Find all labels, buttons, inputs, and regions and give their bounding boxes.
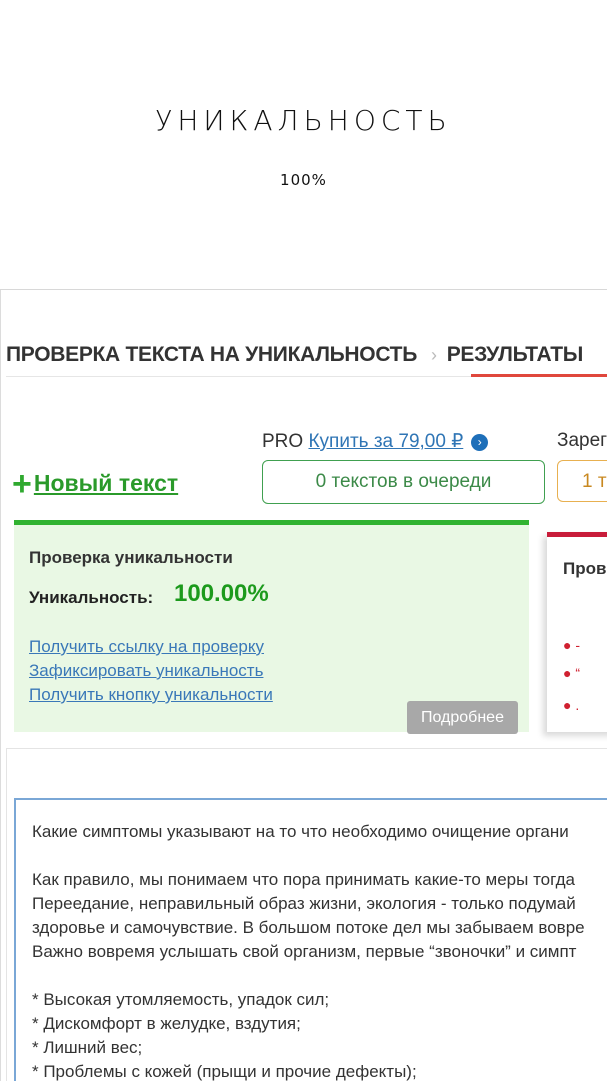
text-line: * Проблемы с кожей (прыщи и прочие дефек… [32,1062,417,1081]
new-text-label[interactable]: Новый текст [34,470,178,496]
buy-pro-link[interactable]: Купить за 79,00 ₽ [308,431,463,452]
uniqueness-label: Уникальность: [29,588,154,607]
side-bullet: ● “ [563,665,581,681]
side-bullet: ● . [563,697,580,713]
text-line: * Дискомфорт в желудке, вздутия; [32,1014,301,1033]
fix-uniqueness-link[interactable]: Зафиксировать уникальность [29,661,263,681]
arrow-right-icon[interactable]: › [471,434,489,451]
new-text-button[interactable]: +Новый текст [12,465,178,503]
screenshot-panel: ПРОВЕРКА ТЕКСТА НА УНИКАЛЬНОСТЬ › РЕЗУЛЬТА… [0,289,607,1081]
page-subtitle: 100% [280,171,327,189]
breadcrumb-separator-icon: › [431,345,437,365]
side-result-card: Пров ● - ● “ ● . [547,532,607,732]
pro-label: PRO [262,431,304,452]
text-line: * Лишний вес; [32,1038,143,1057]
page-title: УНИКАЛЬНОСТЬ [155,104,452,137]
uniqueness-value: 100.00% [174,580,269,607]
side-bullet: ● - [563,637,581,653]
text-line: Какие симптомы указывают на то что необх… [32,822,569,841]
more-details-button[interactable]: Подробнее [407,701,518,734]
text-line: здоровье и самочувствие. В большом поток… [32,918,585,937]
plus-icon: + [12,465,32,503]
breadcrumb-step-check[interactable]: ПРОВЕРКА ТЕКСТА НА УНИКАЛЬНОСТЬ [6,343,417,366]
text-line: Важно вовремя услышать свой организм, пе… [32,942,577,961]
text-line: * Высокая утомляемость, упадок сил; [32,990,330,1009]
panel-edge [0,290,1,1081]
registered-label: Зарег [557,430,607,451]
pro-offer: PRO Купить за 79,00 ₽ › [262,430,489,453]
breadcrumb-step-results[interactable]: РЕЗУЛЬТАТЫ [447,343,584,366]
uniqueness-result-card: Проверка уникальности Уникальность: 100.… [14,520,529,734]
text-line: Переедание, неправильный образ жизни, эк… [32,894,576,913]
breadcrumb: ПРОВЕРКА ТЕКСТА НА УНИКАЛЬНОСТЬ › РЕЗУЛЬТА… [6,343,583,367]
side-card-title: Пров [563,559,607,578]
queue-status-box[interactable]: 0 текстов в очереди [262,460,545,504]
texts-count-box[interactable]: 1 т [557,460,607,502]
text-input-area[interactable]: Какие симптомы указывают на то что необх… [14,798,607,1081]
active-step-underline [471,374,607,377]
text-line: Как правило, мы понимаем что пора приним… [32,870,575,889]
get-uniqueness-button-link[interactable]: Получить кнопку уникальности [29,685,273,705]
get-check-link[interactable]: Получить ссылку на проверку [29,637,264,657]
card-title: Проверка уникальности [29,548,233,567]
